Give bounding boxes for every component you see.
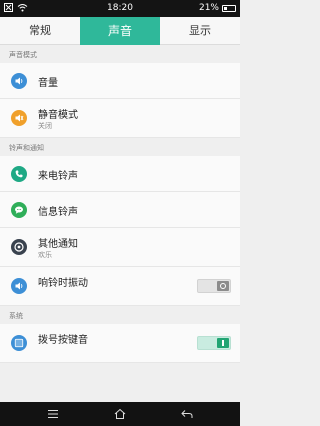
setting-other-notify[interactable]: 其他通知 欢乐 — [0, 228, 240, 267]
setting-silent-value: 关闭 — [38, 122, 52, 130]
message-icon — [11, 201, 27, 218]
notification-icon — [11, 239, 27, 255]
setting-volume-title: 音量 — [38, 78, 58, 89]
section-header-system: 系统 — [0, 306, 240, 324]
navigation-bar — [0, 402, 240, 426]
setting-volume[interactable]: 音量 — [0, 63, 240, 99]
dialpad-icon — [11, 335, 27, 351]
setting-other-title: 其他通知 — [38, 239, 78, 250]
vibrate-toggle[interactable] — [197, 279, 231, 293]
dialpad-toggle[interactable] — [197, 336, 231, 350]
setting-ringtone-title: 来电铃声 — [38, 171, 78, 182]
setting-ringtone[interactable]: 来电铃声 — [0, 156, 240, 192]
setting-message-tone[interactable]: 信息铃声 — [0, 192, 240, 228]
toggle-knob — [217, 281, 229, 291]
vibrate-icon — [11, 278, 27, 294]
setting-other-value: 欢乐 — [38, 251, 52, 259]
setting-message-title: 信息铃声 — [38, 207, 78, 218]
setting-vibrate-title: 响铃时振动 — [38, 278, 88, 289]
tab-sound[interactable]: 声音 — [80, 17, 160, 45]
setting-dialpad-title: 拨号按键音 — [38, 335, 88, 346]
setting-dialpad-tone: 拨号按键音 — [0, 324, 240, 363]
battery-percent: 21% — [198, 3, 219, 13]
home-icon[interactable] — [112, 406, 128, 422]
volume-icon — [11, 72, 27, 89]
phone-icon — [11, 165, 27, 182]
tab-general[interactable]: 常规 — [0, 17, 80, 45]
battery-icon — [222, 4, 236, 12]
menu-icon[interactable] — [45, 406, 61, 422]
back-icon[interactable] — [179, 406, 195, 422]
setting-silent-mode[interactable]: 静音模式 关闭 — [0, 99, 240, 138]
bell-icon — [11, 110, 27, 126]
tab-display[interactable]: 显示 — [160, 17, 240, 45]
section-header-sound-mode: 声音模式 — [0, 45, 240, 63]
setting-vibrate-on-ring: 响铃时振动 — [0, 267, 240, 306]
tab-bar: 常规 声音 显示 — [0, 17, 240, 45]
section-header-ring-notify: 铃声和通知 — [0, 138, 240, 156]
setting-silent-title: 静音模式 — [38, 110, 78, 121]
toggle-knob — [217, 338, 229, 348]
settings-list: 声音模式 音量 静音模式 关闭 铃声和通知 来电铃声 信息铃声 其他通知 欢乐 … — [0, 45, 240, 363]
status-bar: 18:20 21% — [0, 0, 240, 17]
status-icons-right: 21% — [199, 3, 236, 13]
